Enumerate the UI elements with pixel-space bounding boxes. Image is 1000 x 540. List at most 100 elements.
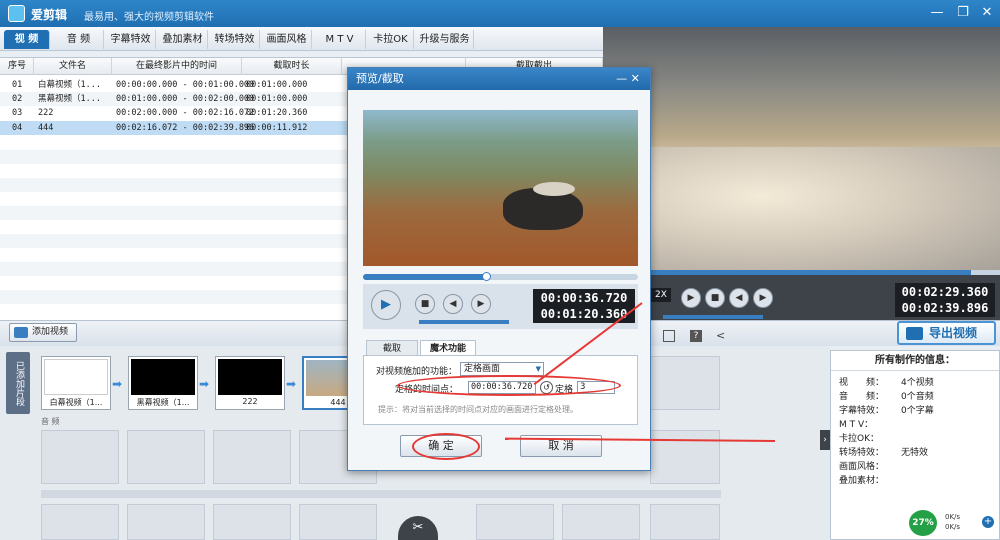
main-time-display: 00:02:29.360 00:02:39.896 (895, 283, 995, 317)
restore-icon[interactable]: ❐ (952, 4, 974, 22)
header-filename[interactable]: 文件名 (34, 58, 112, 75)
main-preview-video[interactable] (603, 27, 1000, 270)
overlay-slot[interactable] (213, 504, 291, 540)
overlay-slot[interactable] (41, 504, 119, 540)
export-video-button[interactable]: 导出视频 (897, 321, 996, 345)
row-time: 00:02:00.000 - 00:02:16.072 (116, 108, 255, 118)
video-subject-stripe (533, 182, 575, 196)
row-duration: 00:01:00.000 (246, 94, 308, 104)
preview-clouds (603, 147, 1000, 270)
tab-overlay[interactable]: 叠加素材 (158, 30, 208, 49)
performance-badge[interactable]: 27% (907, 508, 939, 538)
tab-video[interactable]: 视 频 (4, 30, 50, 49)
clip-image (218, 359, 282, 395)
tab-audio[interactable]: 音 频 (54, 30, 104, 49)
net-down-speed: 0K/s (945, 523, 961, 531)
main-seek-fill (603, 270, 971, 275)
tab-style[interactable]: 画面风格 (262, 30, 312, 49)
dialog-time-current: 00:00:36.720 (540, 291, 628, 305)
header-timeline-time[interactable]: 在最终影片中的时间 (112, 58, 242, 75)
info-title: 所有制作的信息： (831, 351, 999, 371)
speed-label[interactable]: 2X (651, 288, 671, 302)
add-video-button[interactable]: 添加视频 (9, 323, 77, 342)
tab-magic[interactable]: 魔术功能 (420, 340, 476, 356)
overlay-slot[interactable] (127, 504, 205, 540)
expand-panel-icon[interactable]: › (820, 430, 830, 450)
dialog-title: 预览/截取 (348, 68, 650, 90)
row-duration: 00:01:00.000 (246, 80, 308, 90)
dialog-volume-slider[interactable] (419, 320, 509, 324)
info-row: 音 频： 0个音频 (839, 392, 934, 402)
dialog-seek-bar[interactable] (363, 272, 638, 281)
overlay-slot[interactable] (476, 504, 554, 540)
func-select[interactable]: 定格画面 ▼ (460, 362, 544, 376)
dialog-stop-icon[interactable]: ■ (415, 294, 435, 314)
row-filename: 222 (38, 108, 54, 118)
stop-icon[interactable]: ■ (705, 288, 725, 308)
help-icon[interactable]: ? (690, 330, 702, 342)
minimize-icon[interactable]: — (926, 4, 948, 22)
row-filename: 白幕视频（1... (38, 80, 101, 90)
empty-clip-slot[interactable] (650, 356, 720, 410)
overlay-slot[interactable] (650, 504, 720, 540)
clip-thumbnail[interactable]: 白幕视频（1... (41, 356, 111, 410)
clip-thumbnail[interactable]: 222 (215, 356, 285, 410)
arrow-right-icon: ➡ (199, 377, 210, 391)
info-row: 画面风格： (839, 462, 885, 472)
forward-icon[interactable]: ▶ (753, 288, 773, 308)
export-icon (906, 327, 923, 340)
close-icon[interactable]: ✕ (976, 4, 998, 22)
tab-karaoke[interactable]: 卡拉OK (368, 30, 414, 49)
row-index: 02 (12, 94, 23, 104)
header-index[interactable]: 序号 (0, 58, 34, 75)
rewind-icon[interactable]: ◀ (729, 288, 749, 308)
save-icon[interactable] (663, 330, 675, 342)
row-duration: 00:01:20.360 (246, 108, 308, 118)
tab-transition[interactable]: 转场特效 (210, 30, 260, 49)
dialog-rewind-icon[interactable]: ◀ (443, 294, 463, 314)
row-index: 01 (12, 80, 23, 90)
dialog-close-icon[interactable]: — ✕ (610, 71, 646, 87)
track-divider (41, 490, 721, 498)
info-row: M T V： (839, 420, 874, 430)
play-icon[interactable]: ▶ (681, 288, 701, 308)
tab-subtitle[interactable]: 字幕特效 (106, 30, 156, 49)
row-duration: 00:00:11.912 (246, 123, 308, 133)
export-label: 导出视频 (929, 326, 978, 340)
tab-upgrade[interactable]: 升级与服务 (416, 30, 474, 49)
info-row: 字幕特效： 0个字幕 (839, 406, 934, 416)
add-icon[interactable]: + (982, 516, 994, 528)
audio-slot[interactable] (127, 430, 205, 484)
dialog-forward-icon[interactable]: ▶ (471, 294, 491, 314)
network-speed: 0K/s 0K/s (945, 512, 960, 532)
added-clips-label: 已添加片段 (6, 352, 30, 414)
clip-caption: 黑幕视频（1... (136, 398, 190, 407)
share-icon[interactable]: < (716, 330, 728, 342)
main-seek-bar[interactable] (603, 270, 1000, 275)
tab-trim[interactable]: 截取 (366, 340, 418, 356)
func-label: 对视频施加的功能： (376, 367, 458, 377)
overlay-slot[interactable] (299, 504, 377, 540)
clip-thumbnail[interactable]: 黑幕视频（1... (128, 356, 198, 410)
app-slogan: 最易用、强大的视频剪辑软件 (84, 12, 214, 23)
annotation-oval (412, 433, 480, 460)
dialog-video-frame[interactable] (363, 110, 638, 266)
arrow-right-icon: ➡ (286, 377, 297, 391)
volume-slider[interactable] (663, 315, 763, 319)
arrow-right-icon: ➡ (112, 377, 123, 391)
row-index: 03 (12, 108, 23, 118)
add-video-label: 添加视频 (32, 327, 69, 337)
hint-text: 提示：将对当前选择的时间点对应的画面进行定格处理。 (378, 405, 578, 414)
row-time: 00:01:00.000 - 00:02:00.000 (116, 94, 255, 104)
row-time: 00:02:16.072 - 00:02:39.896 (116, 123, 255, 133)
audio-slot[interactable] (41, 430, 119, 484)
app-logo-icon (8, 5, 25, 22)
header-duration[interactable]: 截取时长 (242, 58, 342, 75)
seek-handle[interactable] (482, 272, 491, 281)
app-title: 爱剪辑 (31, 8, 68, 22)
dialog-play-icon[interactable]: ▶ (371, 290, 401, 320)
tab-mtv[interactable]: M T V (314, 30, 366, 49)
overlay-slot[interactable] (562, 504, 640, 540)
audio-slot[interactable] (213, 430, 291, 484)
chevron-down-icon: ▼ (535, 365, 541, 373)
